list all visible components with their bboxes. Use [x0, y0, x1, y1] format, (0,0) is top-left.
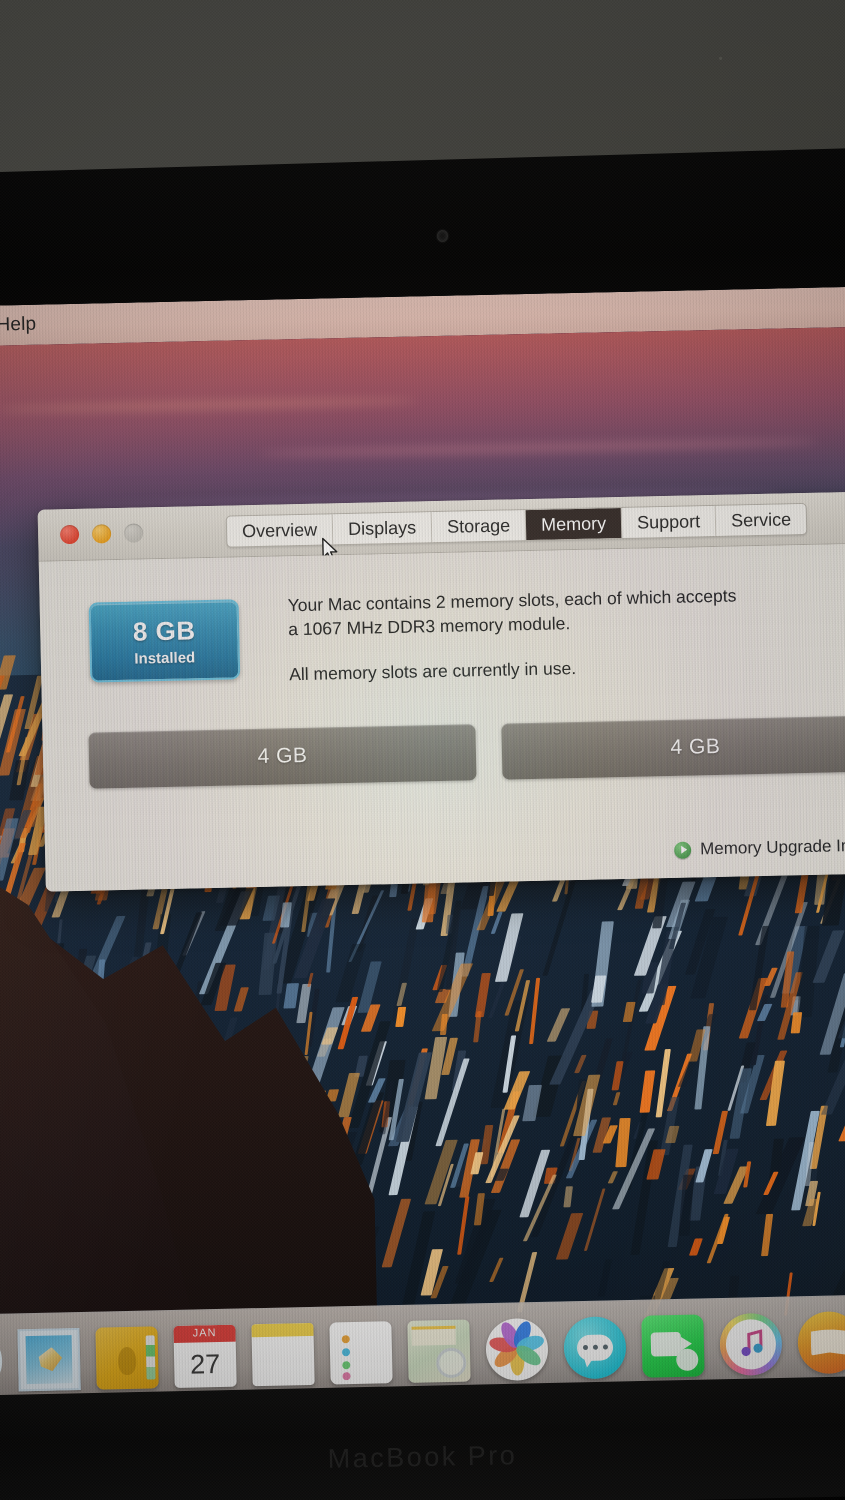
- memory-upgrade-label: Memory Upgrade Instructions: [699, 834, 845, 859]
- memory-panel: 8 GB Installed Your Mac contains 2 memor…: [38, 542, 845, 892]
- memory-slot-1[interactable]: 4 GB: [88, 724, 477, 789]
- photo-of-laptop-screen: w Help: [0, 0, 845, 1500]
- memory-description: Your Mac contains 2 memory slots, each o…: [287, 583, 809, 687]
- dock-item-photos[interactable]: [485, 1317, 549, 1381]
- dock-item-notes[interactable]: [251, 1322, 315, 1386]
- tab-memory[interactable]: Memory: [525, 507, 623, 541]
- memory-description-line3: All memory slots are currently in use.: [289, 658, 577, 685]
- memory-slots: 4 GB 4 GB: [88, 715, 845, 789]
- dock-item-itunes[interactable]: [719, 1312, 783, 1376]
- dock-item-facetime[interactable]: [641, 1313, 705, 1378]
- dock-item-mail[interactable]: [17, 1327, 81, 1391]
- calendar-day: 27: [189, 1348, 221, 1380]
- tab-service[interactable]: Service: [715, 503, 807, 536]
- installed-memory-label: Installed: [134, 648, 196, 668]
- dock-item-reminders[interactable]: [329, 1320, 393, 1385]
- memory-upgrade-link[interactable]: Memory Upgrade Instructions: [673, 834, 845, 859]
- tab-storage[interactable]: Storage: [431, 510, 527, 543]
- dock-item-ibooks[interactable]: [797, 1310, 845, 1374]
- minimize-button[interactable]: [91, 524, 112, 544]
- zoom-button[interactable]: [123, 523, 144, 543]
- dock-item-calendar[interactable]: JAN 27: [173, 1324, 237, 1388]
- dock-item-safari[interactable]: [0, 1329, 3, 1393]
- tab-bar: Overview Displays Storage Memory Support…: [225, 502, 808, 548]
- dock-item-contacts[interactable]: [95, 1325, 159, 1390]
- memory-description-line1: Your Mac contains 2 memory slots, each o…: [287, 585, 737, 616]
- tab-overview[interactable]: Overview: [226, 514, 334, 547]
- traffic-lights: [59, 523, 144, 545]
- dock-item-maps[interactable]: [407, 1318, 471, 1383]
- menu-help[interactable]: Help: [0, 313, 50, 336]
- tab-support[interactable]: Support: [621, 505, 717, 538]
- memory-description-line2: a 1067 MHz DDR3 memory module.: [288, 612, 571, 639]
- system-information-window[interactable]: Overview Displays Storage Memory Support…: [37, 490, 845, 892]
- dock-item-messages[interactable]: [563, 1315, 627, 1379]
- installed-memory-size: 8 GB: [132, 614, 196, 647]
- green-arrow-circle-icon: [673, 841, 692, 859]
- installed-memory-badge: 8 GB Installed: [88, 599, 241, 683]
- close-button[interactable]: [59, 524, 80, 545]
- memory-slot-2[interactable]: 4 GB: [501, 715, 845, 780]
- calendar-month: JAN: [173, 1324, 236, 1343]
- laptop-screen: w Help: [0, 285, 845, 1417]
- webcam-icon: [437, 230, 448, 242]
- tab-displays[interactable]: Displays: [332, 512, 433, 545]
